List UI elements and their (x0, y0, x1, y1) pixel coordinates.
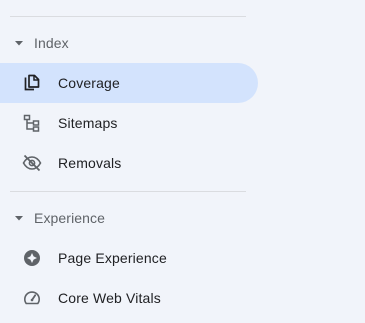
sitemap-icon (22, 113, 42, 133)
caret-down-icon (15, 214, 23, 222)
nav-item-removals[interactable]: Removals (0, 143, 258, 183)
nav-item-label: Coverage (58, 75, 120, 91)
section-header-index[interactable]: Index (0, 30, 260, 56)
file-copy-icon (22, 73, 42, 93)
nav-item-label: Page Experience (58, 250, 167, 266)
nav-item-coverage[interactable]: Coverage (0, 63, 258, 103)
nav-item-label: Removals (58, 155, 122, 171)
nav-item-label: Sitemaps (58, 115, 118, 131)
page-experience-icon (22, 248, 42, 268)
nav-item-sitemaps[interactable]: Sitemaps (0, 103, 258, 143)
top-divider (10, 16, 246, 17)
nav-item-core-web-vitals[interactable]: Core Web Vitals (0, 278, 258, 318)
eye-off-icon (22, 153, 42, 173)
sidebar-nav: Index Coverage Sitemaps Removals Experie… (0, 0, 365, 323)
section-header-experience[interactable]: Experience (0, 205, 260, 231)
nav-item-page-experience[interactable]: Page Experience (0, 238, 258, 278)
section-title-experience: Experience (34, 210, 106, 226)
nav-item-label: Core Web Vitals (58, 290, 161, 306)
speedometer-icon (22, 288, 42, 308)
section-title-index: Index (34, 35, 69, 51)
section-divider (10, 191, 246, 192)
caret-down-icon (15, 39, 23, 47)
